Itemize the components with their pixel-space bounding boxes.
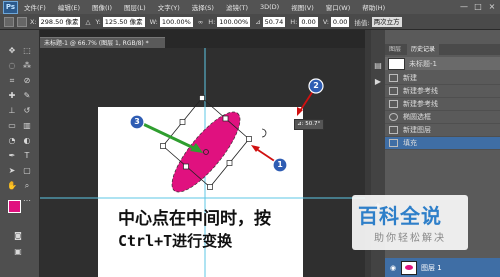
history-item[interactable]: 椭圆选框 xyxy=(385,111,500,124)
history-item-label: 新建参考线 xyxy=(403,87,438,95)
red-arrow-line-2 xyxy=(299,90,314,112)
history-item[interactable]: 新建 xyxy=(385,72,500,85)
history-step-icon xyxy=(389,74,398,82)
snapshot-label: 未标题-1 xyxy=(409,59,437,68)
history-snapshot[interactable]: 未标题-1 xyxy=(385,57,500,70)
history-item[interactable]: 新建图层 xyxy=(385,124,500,137)
history-item-label: 椭圆选框 xyxy=(403,113,431,121)
callout-3-label: 3 xyxy=(134,117,140,126)
panel-tab-bar: 图层 历史记录 xyxy=(385,44,500,55)
eye-icon[interactable]: ◉ xyxy=(388,264,398,272)
tab-layers[interactable]: 图层 xyxy=(385,44,405,55)
history-item-label: 填充 xyxy=(403,139,417,147)
history-item-label: 新建 xyxy=(403,74,417,82)
history-step-icon xyxy=(389,100,398,108)
transform-handle-top-right xyxy=(222,115,229,122)
red-arrow-line-1 xyxy=(254,147,277,163)
transform-handle-bottom xyxy=(207,184,213,190)
history-step-icon xyxy=(389,87,398,95)
green-arrow-line xyxy=(142,122,199,152)
transformed-ellipse-group xyxy=(171,111,241,193)
watermark-subtitle: 助你轻松解决 xyxy=(374,233,446,244)
actions-panel-icon[interactable]: ▶ xyxy=(372,76,384,87)
snapshot-thumbnail xyxy=(388,57,405,70)
rotation-angle-tooltip: ⊿: 50.7° xyxy=(294,119,324,130)
callout-2-label: 2 xyxy=(313,81,319,90)
fill-icon xyxy=(389,139,398,147)
pink-ellipse-shape xyxy=(171,112,241,192)
transform-handle-top xyxy=(199,95,205,101)
history-panel-icon[interactable]: ▤ xyxy=(372,60,384,71)
tab-history[interactable]: 历史记录 xyxy=(407,44,440,55)
ellipse-marquee-icon xyxy=(389,113,398,121)
layer-row[interactable]: ◉ 图层 1 xyxy=(385,258,500,277)
tutorial-caption: 中心点在中间时，按 Ctrl+T进行变换 xyxy=(118,208,318,252)
transform-handle-bottom-left xyxy=(183,163,189,170)
rotate-cursor-icon xyxy=(261,128,267,138)
history-item-selected[interactable]: 填充 xyxy=(385,137,500,150)
transform-handle-top-left xyxy=(179,119,186,125)
transform-handle-right xyxy=(246,136,252,142)
caption-line-2: Ctrl+T进行变换 xyxy=(118,232,233,250)
transform-handle-left xyxy=(160,143,166,149)
callout-1-label: 1 xyxy=(277,160,283,169)
history-step-icon xyxy=(389,126,398,134)
history-item[interactable]: 新建参考线 xyxy=(385,98,500,111)
history-item[interactable]: 新建参考线 xyxy=(385,85,500,98)
layer-thumbnail xyxy=(401,260,417,275)
watermark: 百科全说 助你轻松解决 xyxy=(352,195,468,250)
caption-line-1: 中心点在中间时，按 xyxy=(118,209,271,229)
watermark-title: 百科全说 xyxy=(358,204,442,228)
history-item-label: 新建图层 xyxy=(403,126,431,134)
transform-handle-bottom-right xyxy=(226,160,233,166)
layer-name: 图层 1 xyxy=(421,263,442,272)
history-item-label: 新建参考线 xyxy=(403,100,438,108)
